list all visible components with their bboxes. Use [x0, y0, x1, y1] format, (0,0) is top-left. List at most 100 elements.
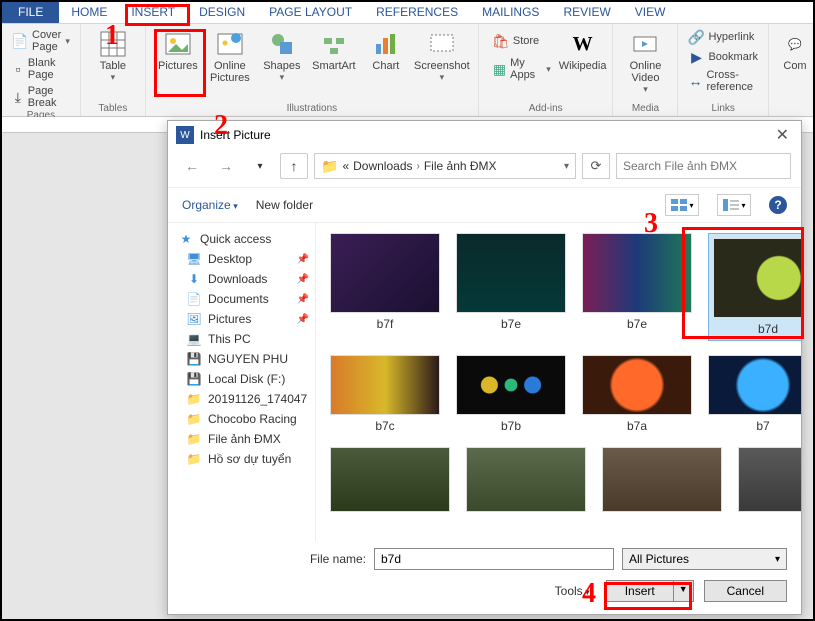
file-thumb[interactable] — [602, 447, 722, 512]
hyperlink-button[interactable]: 🔗Hyperlink — [684, 28, 758, 46]
store-label: Store — [513, 35, 539, 47]
nav-recent-button[interactable]: ▾ — [246, 153, 274, 179]
file-thumb[interactable]: b7c — [330, 355, 440, 433]
bookmark-button[interactable]: ▶Bookmark — [684, 48, 762, 66]
help-button[interactable]: ? — [769, 196, 787, 214]
cover-page-icon: 📄 — [12, 33, 28, 49]
tab-design[interactable]: DESIGN — [187, 2, 257, 23]
tree-downloads[interactable]: ⬇Downloads📌 — [168, 269, 315, 289]
drive-icon: 💾 — [186, 372, 202, 386]
tree-chocobo[interactable]: 📁Chocobo Racing — [168, 409, 315, 429]
shapes-icon — [268, 30, 296, 58]
comment-label: Com — [783, 60, 806, 72]
store-button[interactable]: 🛍Store — [489, 32, 555, 50]
refresh-button[interactable]: ⟳ — [582, 153, 610, 179]
file-thumb[interactable] — [738, 447, 801, 512]
tree-pictures[interactable]: 🖼Pictures📌 — [168, 309, 315, 329]
video-icon — [631, 30, 659, 58]
comment-button[interactable]: 💬Com — [775, 28, 815, 116]
group-illustrations: Pictures Online Pictures Shapes▾ SmartAr… — [146, 24, 479, 116]
nav-fwd-button[interactable]: → — [212, 153, 240, 179]
search-input[interactable] — [616, 153, 791, 179]
file-thumb[interactable]: b7f — [330, 233, 440, 341]
file-row — [330, 447, 787, 512]
tab-review[interactable]: REVIEW — [551, 2, 622, 23]
cover-page-button[interactable]: 📄Cover Page▾ — [8, 28, 74, 54]
tab-file[interactable]: FILE — [2, 2, 59, 23]
new-folder-button[interactable]: New folder — [256, 198, 313, 212]
shapes-button[interactable]: Shapes▾ — [256, 28, 308, 103]
organize-button[interactable]: Organize — [182, 198, 238, 212]
tree-hoso[interactable]: 📁Hồ sơ dự tuyển — [168, 449, 315, 469]
nav-up-button[interactable]: ↑ — [280, 153, 308, 179]
tab-home[interactable]: HOME — [59, 2, 119, 23]
smartart-button[interactable]: SmartArt — [308, 28, 360, 103]
chevron-down-icon[interactable]: ▾ — [564, 161, 569, 172]
online-video-button[interactable]: Online Video▾ — [619, 28, 671, 103]
cancel-button[interactable]: Cancel — [704, 580, 787, 602]
nav-back-button[interactable]: ← — [178, 153, 206, 179]
thumb-image — [582, 233, 692, 313]
file-thumb-selected[interactable]: b7d — [708, 233, 801, 341]
crossref-button[interactable]: ↔Cross-reference — [684, 68, 762, 94]
file-thumb[interactable]: b7b — [456, 355, 566, 433]
file-thumb[interactable] — [466, 447, 586, 512]
file-thumb[interactable]: b7e — [456, 233, 566, 341]
close-button[interactable]: ✕ — [772, 125, 793, 145]
pin-icon: 📌 — [297, 294, 309, 305]
screenshot-button[interactable]: Screenshot▾ — [412, 28, 472, 103]
group-tables: Table▾ Tables — [81, 24, 146, 116]
pictures-folder-icon: 🖼 — [186, 312, 202, 326]
folder-icon: 📁 — [321, 158, 338, 175]
crossref-label: Cross-reference — [706, 69, 758, 93]
view-details-button[interactable]: ▾ — [717, 194, 751, 216]
crumb-current[interactable]: File ảnh ĐMX — [424, 159, 497, 173]
folder-icon: 📁 — [186, 452, 202, 466]
tree-thispc[interactable]: 💻This PC — [168, 329, 315, 349]
tree-fileanh[interactable]: 📁File ảnh ĐMX — [168, 429, 315, 449]
filetype-select[interactable]: All Pictures▾ — [622, 548, 787, 570]
smartart-label: SmartArt — [312, 60, 355, 72]
filename-input[interactable] — [374, 548, 614, 570]
tree-desktop[interactable]: 🖥Desktop📌 — [168, 249, 315, 269]
wikipedia-button[interactable]: WWikipedia — [559, 28, 607, 103]
tree-quick-access[interactable]: ★Quick access — [168, 229, 315, 249]
file-thumb[interactable]: b7 — [708, 355, 801, 433]
insert-split-button[interactable]: Insert ▼ — [606, 580, 694, 602]
insert-dropdown[interactable]: ▼ — [673, 581, 693, 601]
downloads-icon: ⬇ — [186, 272, 202, 286]
pin-icon: 📌 — [297, 274, 309, 285]
wikipedia-label: Wikipedia — [559, 60, 607, 72]
file-thumb[interactable] — [330, 447, 450, 512]
tab-insert[interactable]: INSERT — [119, 2, 187, 23]
page-break-button[interactable]: ⤓Page Break — [8, 84, 74, 110]
tree-20191126[interactable]: 📁20191126_174047 — [168, 389, 315, 409]
tools-menu[interactable]: Tools — [555, 584, 590, 598]
thumb-caption: b7 — [756, 419, 769, 433]
file-row: b7f b7e b7e b7d — [330, 233, 787, 341]
thumb-image — [330, 355, 440, 415]
tree-nguyen[interactable]: 💾NGUYEN PHU — [168, 349, 315, 369]
tab-view[interactable]: VIEW — [623, 2, 678, 23]
file-thumb[interactable]: b7a — [582, 355, 692, 433]
breadcrumb[interactable]: 📁 « Downloads › File ảnh ĐMX ▾ — [314, 153, 576, 179]
myapps-button[interactable]: ▦My Apps ▾ — [489, 56, 555, 82]
online-pictures-button[interactable]: Online Pictures — [204, 28, 256, 103]
tree-documents[interactable]: 📄Documents📌 — [168, 289, 315, 309]
pictures-button[interactable]: Pictures — [152, 28, 204, 103]
thumb-caption: b7e — [627, 317, 647, 331]
thumb-image — [582, 355, 692, 415]
blank-page-label: Blank Page — [28, 57, 70, 81]
table-button[interactable]: Table▾ — [87, 28, 139, 103]
tab-mailings[interactable]: MAILINGS — [470, 2, 551, 23]
blank-page-button[interactable]: ▫Blank Page — [8, 56, 74, 82]
tab-page-layout[interactable]: PAGE LAYOUT — [257, 2, 364, 23]
insert-button[interactable]: Insert — [607, 581, 673, 601]
file-thumb[interactable]: b7e — [582, 233, 692, 341]
shapes-label: Shapes — [263, 60, 300, 72]
crumb-root[interactable]: Downloads — [353, 159, 412, 173]
view-large-icons-button[interactable]: ▾ — [665, 194, 699, 216]
tree-localdisk[interactable]: 💾Local Disk (F:) — [168, 369, 315, 389]
tab-references[interactable]: REFERENCES — [364, 2, 470, 23]
chart-button[interactable]: Chart — [360, 28, 412, 103]
